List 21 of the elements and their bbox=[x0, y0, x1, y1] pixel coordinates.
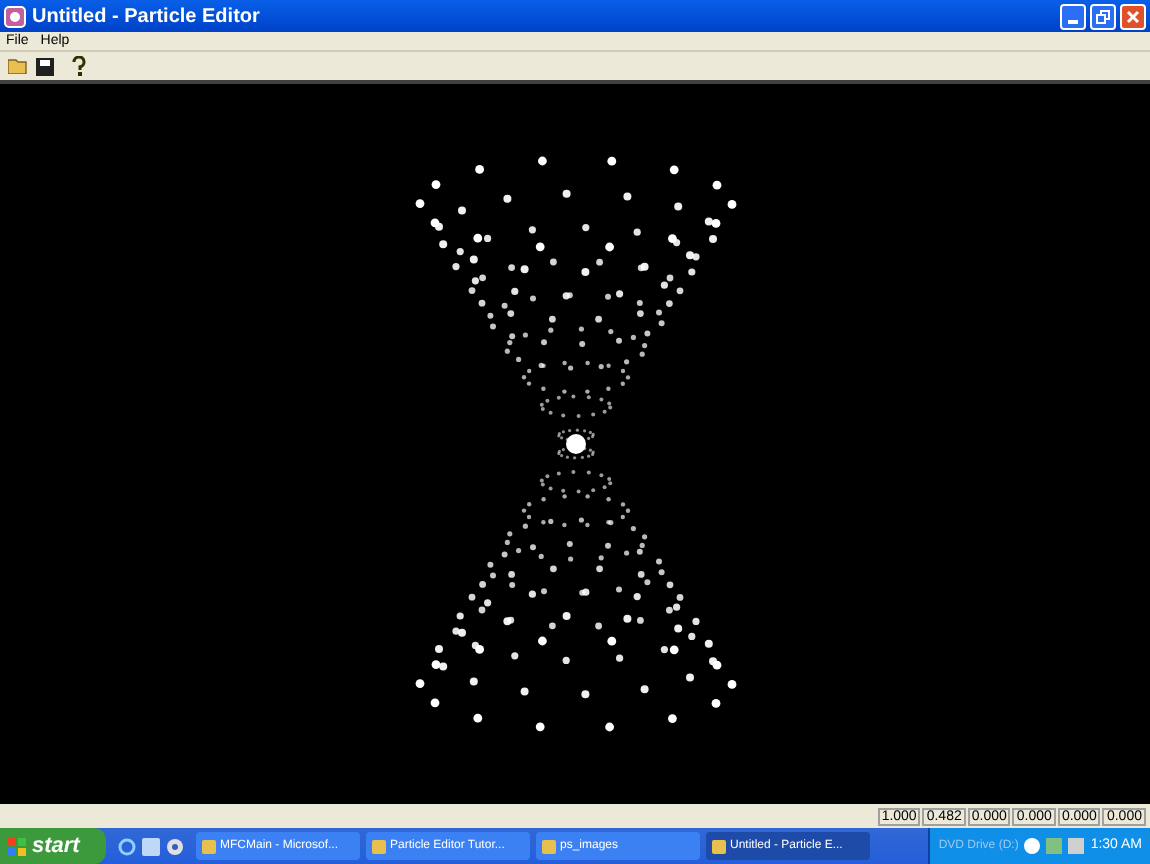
minimize-button[interactable] bbox=[1060, 3, 1086, 29]
restore-button[interactable] bbox=[1090, 3, 1116, 29]
app-icon bbox=[202, 839, 216, 853]
minimize-icon bbox=[1068, 19, 1078, 23]
question-mark-icon bbox=[71, 56, 85, 76]
close-button[interactable] bbox=[1120, 3, 1146, 29]
close-icon bbox=[1126, 9, 1140, 23]
media-icon[interactable] bbox=[166, 837, 184, 855]
folder-icon bbox=[8, 58, 28, 74]
app-icon bbox=[712, 839, 726, 853]
app-icon bbox=[372, 839, 386, 853]
tray-icon[interactable] bbox=[1024, 838, 1041, 854]
app-icon bbox=[4, 5, 26, 27]
app-icon bbox=[542, 839, 556, 853]
window-icon[interactable] bbox=[142, 837, 160, 855]
save-button[interactable] bbox=[32, 54, 56, 78]
window-title: Untitled - Particle Editor bbox=[32, 3, 260, 31]
start-button[interactable]: start bbox=[0, 828, 106, 864]
restore-icon bbox=[1096, 9, 1110, 23]
browser-icon[interactable] bbox=[118, 837, 136, 855]
windows-logo-icon bbox=[8, 837, 26, 855]
